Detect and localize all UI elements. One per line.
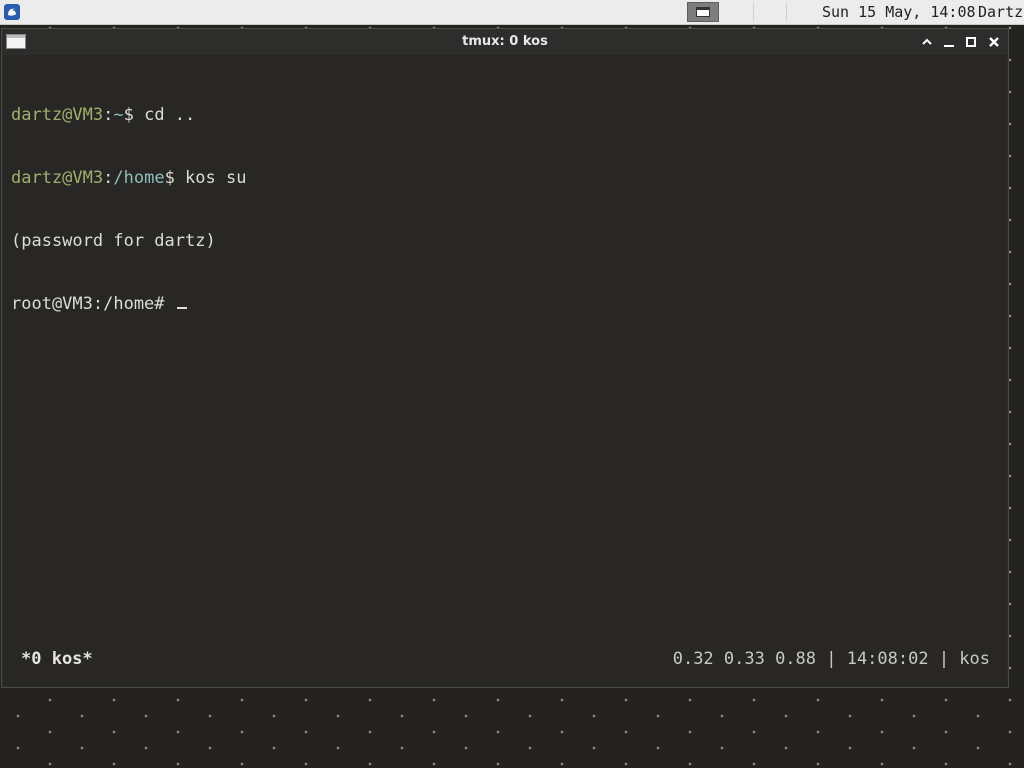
window-icon xyxy=(696,7,710,17)
minimize-icon xyxy=(944,45,954,47)
terminal-output: dartz@VM3:~$ cd .. dartz@VM3:/home$ kos … xyxy=(11,63,246,357)
prompt-separator: : xyxy=(103,105,114,125)
tmux-window-label[interactable]: *0 kos* xyxy=(21,649,93,669)
prompt-path: ~ xyxy=(113,105,124,125)
panel-separator xyxy=(786,3,787,21)
top-panel: Sun 15 May, 14:08 Dartz xyxy=(0,0,1024,25)
terminal-line: dartz@VM3:/home$ kos su xyxy=(11,168,246,189)
minimize-button[interactable] xyxy=(940,33,958,51)
prompt-user: dartz@VM3 xyxy=(11,105,104,125)
prompt-separator: : xyxy=(103,168,114,188)
tmux-status-right: 0.32 0.33 0.88 | 14:08:02 | kos xyxy=(672,649,990,669)
text-cursor xyxy=(176,307,187,309)
shade-button[interactable] xyxy=(918,33,936,51)
panel-clock[interactable]: Sun 15 May, 14:08 xyxy=(822,3,976,23)
terminal-window: tmux: 0 kos dartz@VM3:~$ cd .. dartz@VM3… xyxy=(1,28,1009,688)
taskbar-window-button[interactable] xyxy=(687,2,719,22)
output-text: (password for dartz) xyxy=(11,231,216,251)
window-titlebar[interactable]: tmux: 0 kos xyxy=(2,29,1008,55)
maximize-icon xyxy=(966,37,976,47)
chevron-up-icon xyxy=(922,38,932,45)
panel-separator xyxy=(753,3,754,21)
tmux-status-bar: *0 kos* 0.32 0.33 0.88 | 14:08:02 | kos xyxy=(3,649,1007,673)
prompt-user: dartz@VM3 xyxy=(11,168,104,188)
panel-user[interactable]: Dartz xyxy=(978,3,1023,23)
terminal-line: (password for dartz) xyxy=(11,231,246,252)
command-text: $ cd .. xyxy=(123,105,196,125)
window-title: tmux: 0 kos xyxy=(462,34,548,49)
terminal-area[interactable]: dartz@VM3:~$ cd .. dartz@VM3:/home$ kos … xyxy=(3,55,1007,686)
close-icon xyxy=(989,37,999,47)
maximize-button[interactable] xyxy=(962,33,980,51)
command-text: $ kos su xyxy=(164,168,247,188)
app-menu-icon[interactable] xyxy=(4,4,20,20)
terminal-line: dartz@VM3:~$ cd .. xyxy=(11,105,246,126)
root-prompt: root@VM3:/home# xyxy=(11,294,175,314)
terminal-line: root@VM3:/home# xyxy=(11,294,246,315)
close-button[interactable] xyxy=(985,33,1003,51)
prompt-path: /home xyxy=(113,168,165,188)
